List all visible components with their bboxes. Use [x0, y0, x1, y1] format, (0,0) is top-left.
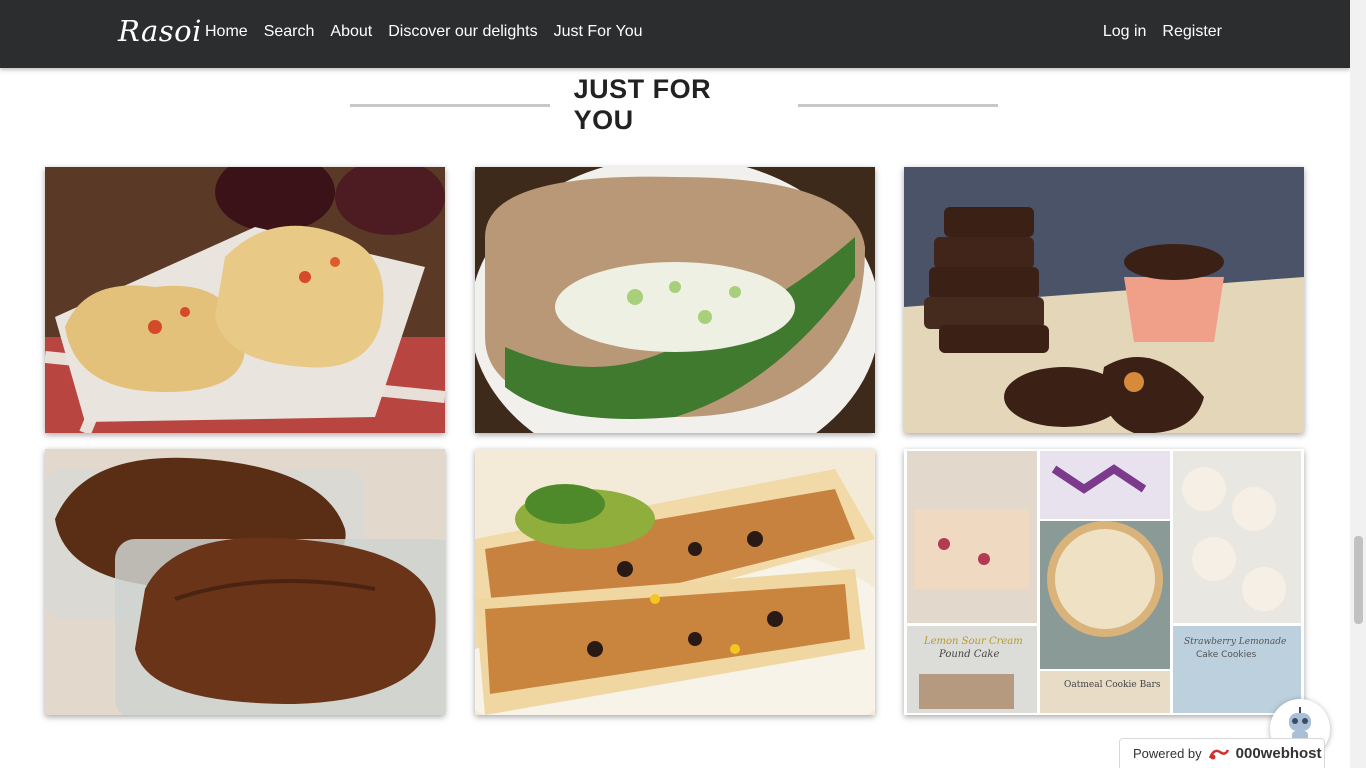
recipe-card-collage[interactable]: Lemon Sour Cream Pound Cake Oatmeal Cook… [904, 449, 1304, 715]
collage-caption-lemonade-2: Cake Cookies [1196, 650, 1257, 660]
quesadillas-image [475, 449, 875, 715]
powered-by-label: Powered by [1133, 746, 1202, 761]
collage-caption-poundcake-2: Pound Cake [938, 649, 999, 660]
nav-discover[interactable]: Discover our delights [388, 23, 537, 41]
title-divider-right [798, 103, 998, 107]
collage-image: Lemon Sour Cream Pound Cake Oatmeal Cook… [904, 449, 1304, 715]
nav-links: Home Search About Discover our delights … [205, 23, 643, 41]
nav-auth: Log in Register [1103, 23, 1222, 41]
host-name: 000webhost [1235, 745, 1322, 762]
collage-caption-poundcake-1: Lemon Sour Cream [923, 636, 1023, 647]
nav-just-for-you[interactable]: Just For You [554, 23, 643, 41]
recipe-card-pita[interactable] [475, 167, 875, 433]
nav-register[interactable]: Register [1162, 23, 1222, 41]
powered-by-badge[interactable]: Powered by 000webhost [1119, 738, 1325, 768]
nav-home[interactable]: Home [205, 23, 248, 41]
nav-about[interactable]: About [330, 23, 372, 41]
collage-caption-lemonade-1: Strawberry Lemonade [1184, 637, 1286, 647]
pita-image [475, 167, 875, 433]
nav-search[interactable]: Search [264, 23, 315, 41]
collage-caption-oatmeal: Oatmeal Cookie Bars [1064, 680, 1161, 690]
section-heading: JUST FOR YOU [350, 74, 998, 135]
brand-logo[interactable]: Rasoi [118, 14, 202, 48]
title-divider-left [350, 103, 550, 107]
zucchini-bread-image [45, 449, 445, 715]
recipe-card-zucchini-bread[interactable] [45, 449, 445, 715]
scrollbar-thumb[interactable] [1354, 536, 1363, 624]
nav-login[interactable]: Log in [1103, 23, 1147, 41]
navbar: Rasoi Home Search About Discover our del… [0, 0, 1350, 68]
page-scrollbar[interactable] [1350, 0, 1366, 768]
recipe-card-pb-cups[interactable] [904, 167, 1304, 433]
recipe-card-focaccia[interactable] [45, 167, 445, 433]
focaccia-image [45, 167, 445, 433]
recipe-card-quesadillas[interactable] [475, 449, 875, 715]
section-title: JUST FOR YOU [573, 74, 712, 135]
pb-cups-image [904, 167, 1304, 433]
webhost-logo-icon [1208, 748, 1229, 759]
